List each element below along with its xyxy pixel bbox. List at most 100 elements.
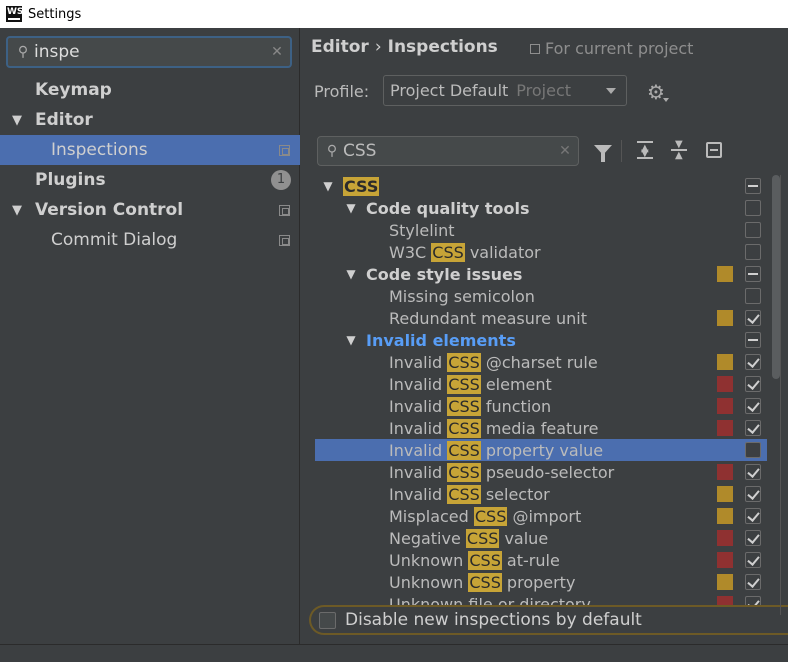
inspection-row[interactable]: Invalid CSS element [315,373,767,395]
inspection-label: Missing semicolon [389,287,535,306]
severity-error-swatch [717,420,733,436]
inspection-enabled-checkbox[interactable] [745,530,761,546]
label-text: Stylelint [389,220,455,240]
label-text: Invalid [389,374,448,394]
expand-arrow-icon[interactable]: ▼ [12,113,26,128]
label-text: Invalid [389,396,448,416]
clear-icon[interactable]: ✕ [264,44,290,60]
disable-new-inspections-option[interactable]: Disable new inspections by default [309,605,788,635]
profile-dropdown[interactable]: Project Default Project [383,75,627,106]
label-text: property [501,572,576,592]
inspection-row[interactable]: Missing semicolon [315,285,767,307]
profile-label: Profile: [314,82,370,101]
inspection-row[interactable]: Invalid CSS media feature [315,417,767,439]
inspection-row[interactable]: Invalid CSS property value [315,439,767,461]
sidebar-item-editor[interactable]: ▼ Editor [0,105,300,135]
inspection-enabled-checkbox[interactable] [745,266,761,282]
expand-arrow-icon[interactable]: ▼ [342,333,360,347]
inspection-enabled-checkbox[interactable] [745,288,761,304]
inspection-enabled-checkbox[interactable] [745,442,761,458]
expand-arrow-icon[interactable]: ▼ [342,267,360,281]
vertical-scrollbar[interactable] [772,175,780,379]
label-text: pseudo-selector [480,462,615,482]
inspection-enabled-checkbox[interactable] [745,376,761,392]
gear-menu-caret-icon [663,98,669,102]
settings-search-input[interactable]: inspe [34,42,264,62]
copy-icon [279,234,290,246]
inspection-label: Invalid CSS media feature [389,418,599,438]
inspection-enabled-checkbox[interactable] [745,508,761,524]
inspection-row[interactable]: Invalid CSS selector [315,483,767,505]
inspection-group-row[interactable]: ▼ Code quality tools [315,197,767,219]
inspection-enabled-checkbox[interactable] [745,200,761,216]
search-match-highlight: CSS [468,550,502,570]
inspection-enabled-checkbox[interactable] [745,354,761,370]
clear-icon[interactable]: ✕ [552,143,578,159]
inspection-row[interactable]: Negative CSS value [315,527,767,549]
inspection-group-row[interactable]: ▼ CSS [315,175,767,197]
inspection-enabled-checkbox[interactable] [745,332,761,348]
sidebar-item-label: Commit Dialog [51,230,178,250]
inspection-row[interactable]: Redundant measure unit [315,307,767,329]
inspection-enabled-checkbox[interactable] [745,464,761,480]
inspection-enabled-checkbox[interactable] [745,552,761,568]
filter-icon[interactable] [594,145,612,162]
expand-arrow-icon[interactable]: ▼ [319,179,337,193]
inspection-row[interactable]: Invalid CSS pseudo-selector [315,461,767,483]
sidebar-item-plugins[interactable]: Plugins 1 [0,165,300,195]
inspection-row[interactable]: W3C CSS validator [315,241,767,263]
inspection-filter-field[interactable]: ⚲ CSS ✕ [317,136,579,166]
inspection-enabled-checkbox[interactable] [745,222,761,238]
label-text: Negative [389,528,466,548]
inspection-row[interactable]: Invalid CSS function [315,395,767,417]
inspection-row[interactable]: Misplaced CSS @import [315,505,767,527]
inspection-group-row[interactable]: ▼ Invalid elements [315,329,767,351]
inspection-enabled-checkbox[interactable] [745,398,761,414]
sidebar-item-version-control[interactable]: ▼ Version Control [0,195,300,225]
inspection-enabled-checkbox[interactable] [745,574,761,590]
inspection-row[interactable]: Unknown CSS at-rule [315,549,767,571]
label-text: Invalid [389,440,448,460]
reset-icon[interactable] [706,142,722,158]
sidebar-item-label: Editor [35,110,93,130]
sidebar-item-inspections[interactable]: Inspections [0,135,300,165]
breadcrumb-editor[interactable]: Editor [311,37,369,57]
severity-warning-swatch [717,266,733,282]
breadcrumb-inspections: Inspections [387,37,498,57]
sidebar-item-commit-dialog[interactable]: Commit Dialog [0,225,300,255]
inspection-row[interactable]: Stylelint [315,219,767,241]
inspection-enabled-checkbox[interactable] [745,178,761,194]
severity-error-swatch [717,552,733,568]
expand-arrow-icon[interactable]: ▼ [342,201,360,215]
inspection-enabled-checkbox[interactable] [745,310,761,326]
inspection-label: Invalid CSS selector [389,484,550,504]
expand-all-icon[interactable]: ▲ ▼ [637,141,653,159]
title-bar: WS Settings [0,0,788,28]
settings-search-field[interactable]: ⚲ inspe ✕ [6,36,292,68]
search-match-highlight: CSS [447,396,481,416]
inspections-tree: ▼ CSS ▼ Code quality tools Stylelint W3C CSS … [315,173,771,607]
disable-new-inspections-checkbox[interactable] [319,611,336,629]
inspection-label: Invalid elements [366,331,516,350]
copy-icon [279,144,290,156]
inspection-label: Misplaced CSS @import [389,506,581,526]
inspection-enabled-checkbox[interactable] [745,244,761,260]
inspection-row[interactable]: Invalid CSS @charset rule [315,351,767,373]
sidebar-item-label: Inspections [51,140,148,160]
inspection-label: Invalid CSS function [389,396,552,416]
search-match-highlight: CSS [447,462,481,482]
label-text: Unknown [389,572,469,592]
collapse-all-icon[interactable]: ▼ ▲ [671,140,687,161]
expand-arrow-icon[interactable]: ▼ [12,203,26,218]
inspection-enabled-checkbox[interactable] [745,486,761,502]
inspection-filter-input[interactable]: CSS [343,141,552,161]
sidebar-item-keymap[interactable]: Keymap [0,75,300,105]
label-text: Invalid [389,484,448,504]
bottom-strip [0,644,788,662]
label-text: function [480,396,552,416]
label-text: at-rule [501,550,560,570]
inspection-label: W3C CSS validator [389,242,541,262]
inspection-enabled-checkbox[interactable] [745,420,761,436]
inspection-row[interactable]: Unknown CSS property [315,571,767,593]
inspection-group-row[interactable]: ▼ Code style issues [315,263,767,285]
